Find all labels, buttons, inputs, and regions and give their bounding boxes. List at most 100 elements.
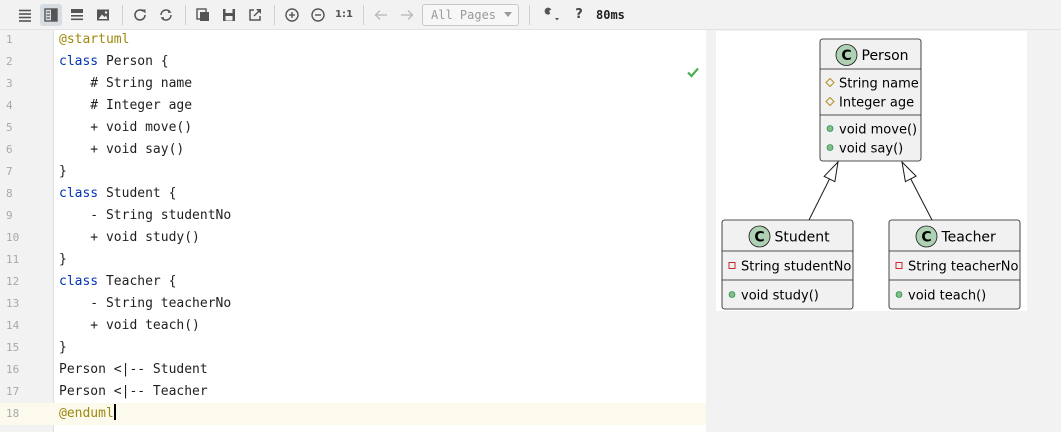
- toolbar: 1:1 All Pages ? 80ms: [0, 0, 1061, 30]
- code-token: Teacher {: [98, 274, 177, 289]
- line-code: # String name: [59, 73, 192, 95]
- code-line: 15}: [0, 337, 706, 359]
- inheritance-line: [910, 178, 933, 221]
- render-time: 80ms: [596, 7, 625, 22]
- line-number: 18: [6, 407, 20, 420]
- line-number: 15: [6, 341, 20, 354]
- code-token: - String studentNo: [59, 208, 232, 223]
- inheritance-line: [808, 178, 830, 221]
- public-visibility-icon: [826, 125, 834, 132]
- toolbar-separator: [529, 4, 530, 25]
- code-token: }: [59, 252, 67, 267]
- class-method: void study(): [741, 289, 819, 304]
- toolbar-separator: [122, 4, 123, 25]
- class-name: Person: [862, 48, 909, 64]
- open-external-icon[interactable]: [244, 4, 266, 26]
- actual-size-icon[interactable]: 1:1: [333, 4, 355, 26]
- class-stereotype-letter: C: [841, 48, 851, 64]
- syntax-ok-check-icon: [687, 67, 699, 78]
- pages-select[interactable]: All Pages: [422, 3, 519, 26]
- line-number: 6: [6, 143, 13, 156]
- line-code: class Student {: [59, 183, 176, 205]
- line-number: 13: [6, 297, 20, 310]
- code-line: 11}: [0, 249, 706, 271]
- code-line: 17 Person <|-- Teacher: [0, 381, 706, 403]
- preview-only-icon[interactable]: [66, 4, 88, 26]
- chevron-down-icon: [504, 12, 512, 17]
- settings-wrench-icon[interactable]: [536, 4, 564, 26]
- code-token: + void teach(): [59, 318, 200, 333]
- split-view-icon[interactable]: [40, 3, 62, 26]
- image-icon[interactable]: [92, 4, 114, 26]
- line-number: 10: [6, 231, 20, 244]
- code-line: 14 + void teach(): [0, 315, 706, 337]
- directive-token: @startuml: [59, 32, 130, 47]
- zoom-in-icon[interactable]: [281, 4, 303, 26]
- line-code: }: [59, 249, 67, 271]
- editor-only-icon[interactable]: [14, 4, 36, 26]
- refresh-icon[interactable]: [129, 4, 151, 26]
- class-method: void teach(): [908, 289, 986, 304]
- uml-class-diagram: C Person String name Integer age void move()…: [721, 38, 1021, 310]
- toolbar-separator: [274, 4, 275, 25]
- code-token: # String name: [59, 76, 193, 91]
- line-number: 5: [6, 121, 13, 134]
- line-number: 8: [6, 187, 13, 200]
- line-number: 2: [6, 55, 13, 68]
- next-page-icon[interactable]: [396, 4, 418, 26]
- public-visibility-icon: [895, 291, 903, 298]
- code-token: Person {: [98, 54, 169, 69]
- code-token: # Integer age: [59, 98, 193, 113]
- code-token: }: [59, 164, 67, 179]
- line-code: + void teach(): [59, 315, 200, 337]
- class-field: String teacherNo: [908, 260, 1018, 275]
- line-number: 14: [6, 319, 20, 332]
- class-field: String studentNo: [741, 260, 851, 275]
- code-line: 7}: [0, 161, 706, 183]
- code-line: 4 # Integer age: [0, 95, 706, 117]
- code-line: 18 @enduml: [0, 403, 706, 425]
- line-code: }: [59, 161, 67, 183]
- line-number: 11: [6, 253, 20, 266]
- keyword-token: class: [59, 186, 99, 201]
- pages-select-value: All Pages: [431, 7, 497, 22]
- previous-page-icon[interactable]: [370, 4, 392, 26]
- line-code: Person <|-- Student: [59, 359, 208, 381]
- line-code: class Person {: [59, 51, 169, 73]
- line-code: @startuml: [59, 29, 129, 51]
- inheritance-arrowhead: [901, 160, 917, 183]
- code-line: 8 class Student {: [0, 183, 706, 205]
- code-line: 10 + void study(): [0, 227, 706, 249]
- code-token: + void move(): [59, 120, 193, 135]
- line-code: class Teacher {: [59, 271, 176, 293]
- line-number: 3: [6, 77, 13, 90]
- line-code: Person <|-- Teacher: [59, 381, 208, 403]
- zoom-out-icon[interactable]: [307, 4, 329, 26]
- class-name: Student: [775, 230, 831, 246]
- save-icon[interactable]: [218, 4, 240, 26]
- line-number: 9: [6, 209, 13, 222]
- line-number: 17: [6, 385, 20, 398]
- keyword-token: class: [59, 54, 99, 69]
- code-line: 6 + void say(): [0, 139, 706, 161]
- directive-token: @enduml: [59, 406, 114, 421]
- text-cursor: [113, 404, 116, 420]
- code-editor[interactable]: 1 @startuml 2 class Person { 3 # String name…: [0, 30, 706, 432]
- toolbar-separator: [363, 4, 364, 25]
- toolbar-separator: [185, 4, 186, 25]
- line-code: - String teacherNo: [59, 293, 231, 315]
- line-number: 1: [6, 33, 13, 46]
- code-line: 13 - String teacherNo: [0, 293, 706, 315]
- sync-icon[interactable]: [155, 4, 177, 26]
- line-code: + void study(): [59, 227, 200, 249]
- help-icon[interactable]: ?: [568, 7, 590, 22]
- class-name: Teacher: [941, 230, 997, 246]
- inheritance-arrowhead: [823, 160, 839, 183]
- code-token: Person <|-- Student: [59, 362, 208, 377]
- line-code: # Integer age: [59, 95, 192, 117]
- code-line: 12 class Teacher {: [0, 271, 706, 293]
- keyword-token: class: [59, 274, 99, 289]
- code-line: 5 + void move(): [0, 117, 706, 139]
- copy-icon[interactable]: [192, 4, 214, 26]
- line-code: + void say(): [59, 139, 184, 161]
